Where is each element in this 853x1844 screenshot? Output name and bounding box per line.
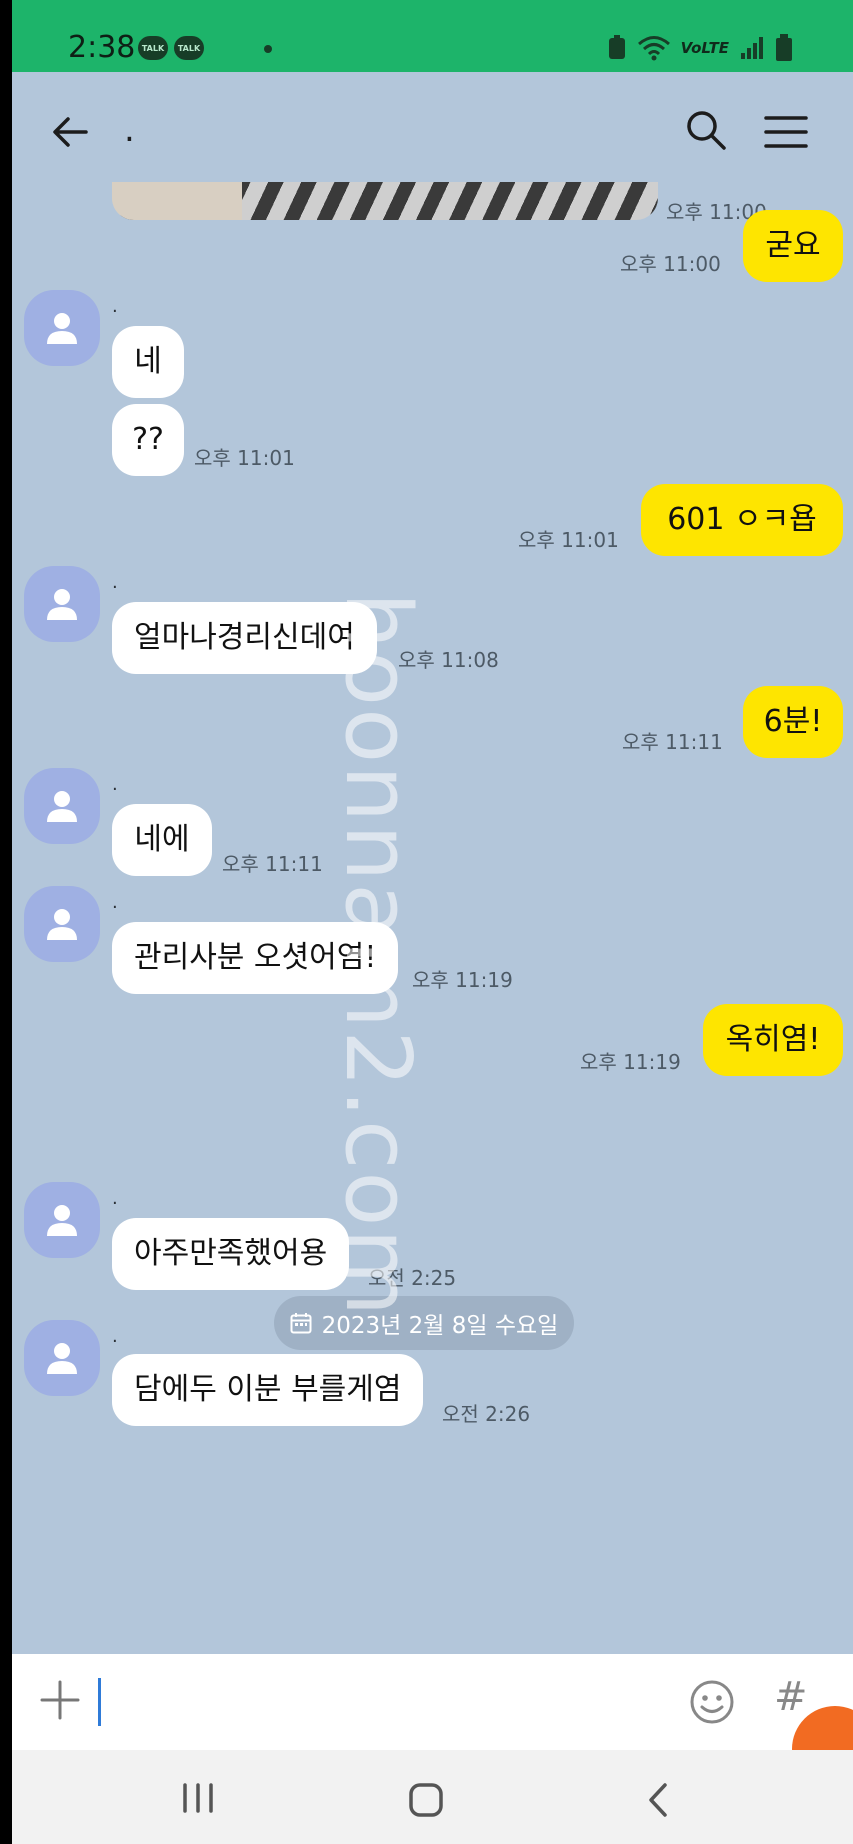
menu-icon[interactable] (764, 112, 808, 152)
battery-icon (776, 34, 792, 61)
default-profile-icon (47, 1343, 77, 1374)
sender-name: . (112, 1188, 118, 1209)
message-list[interactable]: 오후 11:00 굳요 오후 11:00 . 네 ?? 오후 11:01 601… (12, 182, 853, 1654)
message-time: 오전 2:26 (442, 1402, 531, 1426)
default-profile-icon (47, 589, 77, 620)
default-profile-icon (47, 313, 77, 344)
avatar[interactable] (24, 886, 100, 962)
sender-name: . (112, 1326, 118, 1347)
kakaotalk-chat-screen: 2:38 TALK TALK VoLTE . 오후 11:00 굳요 오후 11… (12, 0, 853, 1844)
default-profile-icon (47, 791, 77, 822)
avatar[interactable] (24, 1320, 100, 1396)
message-time: 오후 11:11 (222, 852, 323, 876)
home-icon[interactable] (408, 1782, 444, 1818)
battery-saver-icon (608, 35, 625, 59)
message-time: 오후 11:00 (620, 252, 721, 276)
received-message-bubble[interactable]: 네 (112, 326, 184, 398)
avatar[interactable] (24, 1182, 100, 1258)
watermark-text: hoonnam2.com (325, 592, 430, 1319)
more-notifications-dot-icon (264, 45, 272, 53)
sender-name: . (112, 892, 118, 913)
message-input-bar: # (12, 1654, 853, 1792)
recent-apps-icon[interactable] (180, 1782, 216, 1814)
received-message-bubble[interactable]: ?? (112, 404, 184, 476)
message-time: 오후 11:11 (622, 730, 723, 754)
sent-message-bubble[interactable]: 굳요 (743, 210, 843, 282)
sent-message-bubble[interactable]: 6분! (743, 686, 843, 758)
signal-icon (741, 37, 763, 59)
chat-room-title: . (124, 110, 135, 150)
avatar[interactable] (24, 566, 100, 642)
received-message-bubble[interactable]: 담에두 이분 부를게염 (112, 1354, 424, 1426)
wifi-icon (637, 36, 670, 61)
sender-name: . (112, 774, 118, 795)
avatar[interactable] (24, 290, 100, 366)
kakaotalk-notification-icon: TALK (174, 36, 204, 60)
received-message-bubble[interactable]: 네에 (112, 804, 212, 876)
system-navigation-bar (12, 1750, 853, 1844)
photo-message[interactable] (112, 182, 658, 220)
message-time: 오후 11:01 (518, 528, 619, 552)
calendar-icon (290, 1313, 312, 1334)
volte-indicator: VoLTE (680, 39, 729, 57)
back-nav-icon[interactable] (646, 1782, 670, 1818)
avatar[interactable] (24, 768, 100, 844)
kakaotalk-notification-icon: TALK (138, 36, 168, 60)
sender-name: . (112, 572, 118, 593)
message-time: 오후 11:01 (194, 446, 295, 470)
chat-header: . (12, 72, 853, 182)
search-icon[interactable] (684, 108, 728, 152)
sender-name: . (112, 296, 118, 317)
plus-icon[interactable] (38, 1678, 82, 1722)
default-profile-icon (47, 1205, 77, 1236)
message-time: 오후 11:19 (580, 1050, 681, 1074)
sent-message-bubble[interactable]: 601 ㅇㅋ욥 (641, 484, 843, 556)
status-time: 2:38 (68, 30, 136, 65)
message-input[interactable] (98, 1678, 101, 1726)
default-profile-icon (47, 909, 77, 940)
received-message-bubble[interactable]: 아주만족했어용 (112, 1218, 350, 1290)
status-icons: VoLTE (607, 34, 793, 62)
emoji-icon[interactable] (688, 1678, 736, 1726)
status-bar: 2:38 TALK TALK VoLTE (12, 0, 853, 72)
back-arrow-icon[interactable] (48, 110, 92, 154)
hashtag-search-button[interactable]: # (774, 1674, 808, 1720)
sent-message-bubble[interactable]: 옥히염! (703, 1004, 843, 1076)
